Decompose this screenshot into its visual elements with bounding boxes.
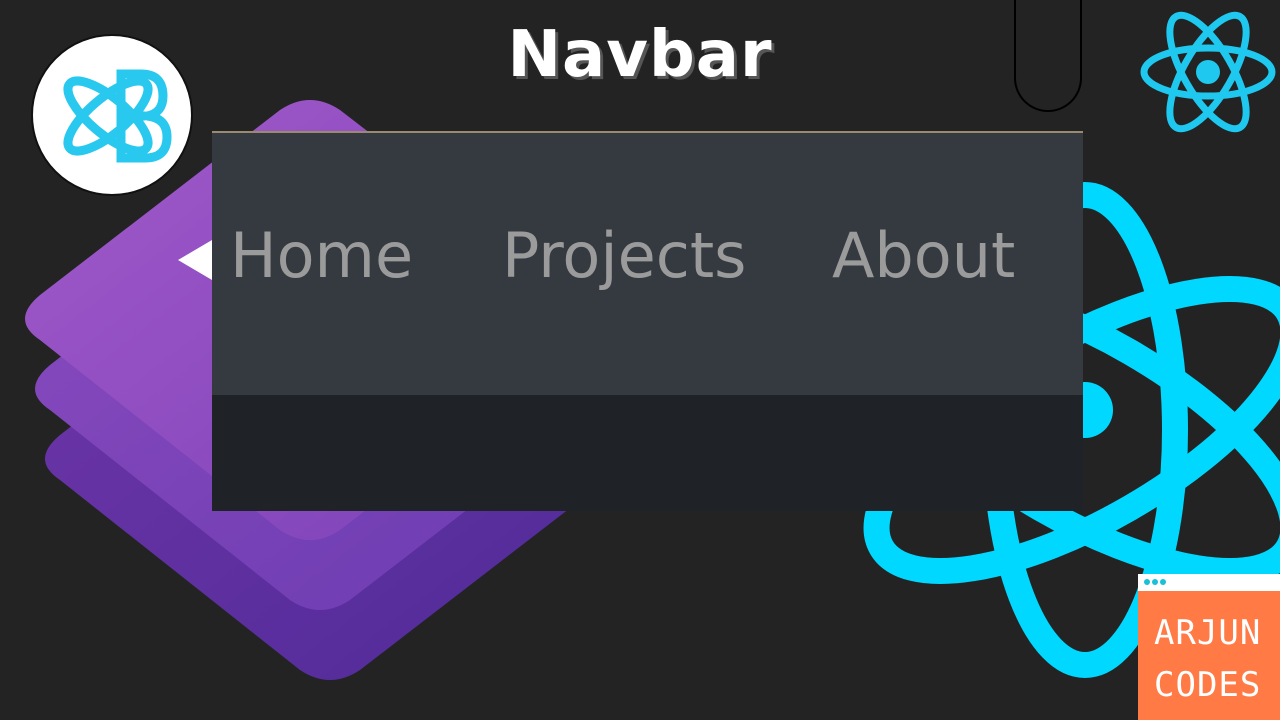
nav-link-home[interactable]: Home [230, 225, 413, 287]
badge-line-1: ARJUN [1154, 613, 1262, 653]
arrow-icon [178, 240, 212, 280]
badge-header [1138, 574, 1280, 591]
badge-dot [1160, 579, 1166, 585]
nav-link-about[interactable]: About [832, 225, 1015, 287]
badge-dot [1152, 579, 1158, 585]
badge-dot [1144, 579, 1150, 585]
badge-line-2: CODES [1154, 665, 1262, 705]
nav-link-projects[interactable]: Projects [502, 225, 746, 287]
channel-badge: ARJUN CODES [1138, 574, 1280, 720]
navbar: Home Projects About [212, 133, 1083, 395]
navbar-screenshot: Home Projects About [212, 131, 1083, 511]
react-logo-icon [1138, 10, 1278, 135]
page-title: Navbar [507, 18, 773, 92]
reactstrap-logo-icon [31, 34, 193, 196]
